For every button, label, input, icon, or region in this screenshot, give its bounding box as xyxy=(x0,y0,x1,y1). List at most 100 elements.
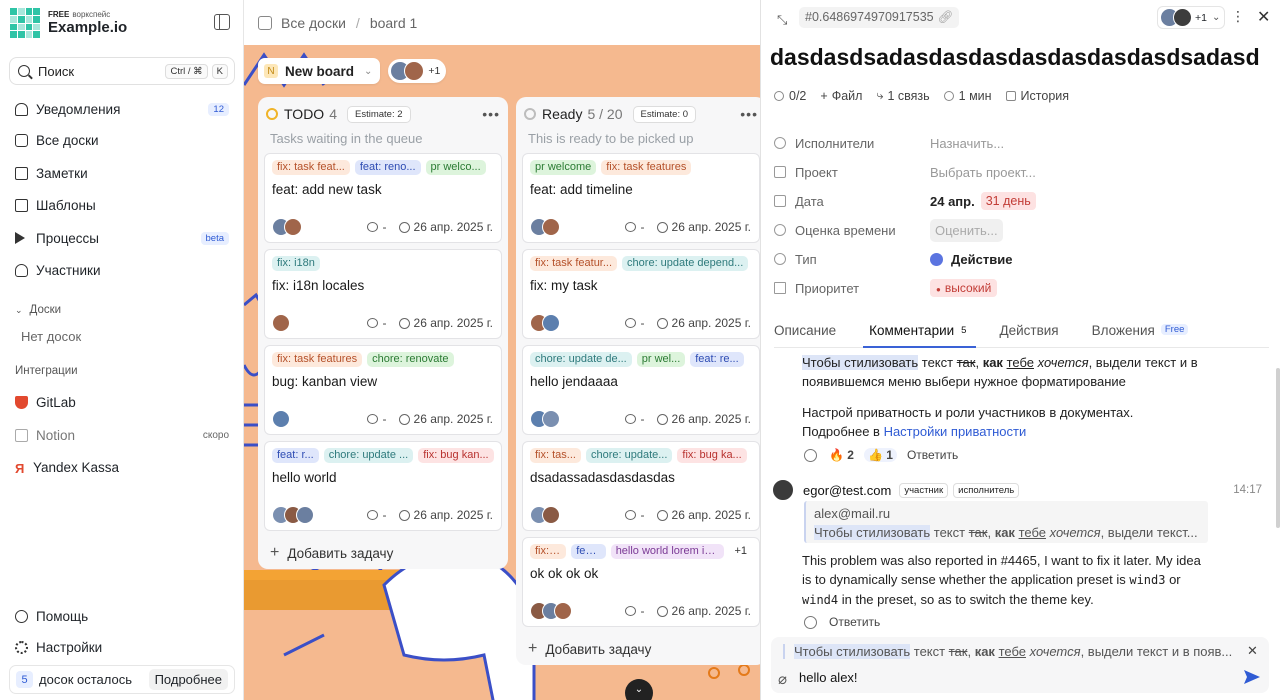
tag-label[interactable]: feat: r... xyxy=(272,448,319,463)
task-card[interactable]: feat: r... chore: update ... fix: bug kan.… xyxy=(264,441,502,531)
links-button[interactable]: ⤷ 1 связь xyxy=(876,88,929,103)
tag-label[interactable]: feat: reno... xyxy=(354,160,421,175)
reaction-fire[interactable]: 🔥 2 xyxy=(829,448,854,462)
sidebar-item-processes[interactable]: Процессы beta xyxy=(15,227,229,249)
privacy-settings-link[interactable]: Настройки приватности xyxy=(884,424,1027,439)
workspace-switcher[interactable]: FREE воркспейс Example.io xyxy=(10,8,127,38)
date-value[interactable]: 24 апр. xyxy=(930,194,975,209)
tag-label[interactable]: +1 xyxy=(729,544,752,559)
tag-label[interactable]: fix: i18n xyxy=(272,256,320,271)
task-card[interactable]: fix: ... fea... hello world lorem ip... +1 o… xyxy=(522,537,760,627)
task-card[interactable]: pr welcome fix: task features feat: add ti… xyxy=(522,153,760,243)
assign-button[interactable]: Назначить... xyxy=(930,136,1004,151)
breadcrumb-root[interactable]: Все доски xyxy=(281,15,346,31)
scroll-down-button[interactable]: ⌄ xyxy=(625,679,653,700)
add-task-button[interactable]: + Добавить задачу xyxy=(516,633,760,665)
tag-label[interactable]: chore: update ... xyxy=(323,448,414,463)
task-card[interactable]: fix: task featur... chore: update depend.… xyxy=(522,249,760,339)
board-selector[interactable]: N New board ⌄ xyxy=(258,58,381,84)
calendar-icon xyxy=(774,195,786,207)
comment-count: - xyxy=(640,316,645,330)
column-menu-icon[interactable]: ••• xyxy=(482,106,500,122)
scrollbar[interactable] xyxy=(1276,368,1280,528)
subtasks-progress[interactable]: 0/2 xyxy=(774,89,806,103)
task-card[interactable]: fix: task feat... feat: reno... pr welco..… xyxy=(264,153,502,243)
tab-actions[interactable]: Действия xyxy=(999,318,1058,347)
tag-label[interactable]: fea... xyxy=(571,544,606,559)
tab-description[interactable]: Описание xyxy=(774,318,836,347)
comment-count: - xyxy=(640,604,645,618)
priority-badge[interactable]: высокий xyxy=(930,279,998,297)
logo-icon xyxy=(10,8,40,38)
task-watchers[interactable]: +1 ⌄ xyxy=(1157,6,1226,29)
column-name[interactable]: Ready xyxy=(542,106,582,122)
tag-label[interactable]: hello world lorem ip... xyxy=(610,544,725,559)
tag-label[interactable]: chore: renovate xyxy=(367,352,454,367)
column-menu-icon[interactable]: ••• xyxy=(740,106,758,122)
add-file-button[interactable]: + Файл xyxy=(820,89,862,103)
reaction-thumbs-up[interactable]: 👍 1 xyxy=(863,448,897,462)
comment-input[interactable] xyxy=(799,670,1199,685)
type-value[interactable]: Действие xyxy=(951,252,1012,267)
history-button[interactable]: История xyxy=(1005,89,1069,103)
reply-button[interactable]: Ответить xyxy=(907,448,958,462)
more-info-button[interactable]: Подробнее xyxy=(148,669,228,690)
tag-label[interactable]: fix: task feat... xyxy=(272,160,350,175)
integration-notion[interactable]: Notion скоро xyxy=(15,424,229,446)
tag-label[interactable]: chore: update... xyxy=(585,448,673,463)
tag-label[interactable]: fix: ... xyxy=(530,544,567,559)
cancel-reply-icon[interactable]: ✕ xyxy=(1247,643,1258,659)
add-reaction-icon[interactable] xyxy=(804,615,817,629)
tag-label[interactable]: chore: update de... xyxy=(530,352,632,367)
project-select[interactable]: Выбрать проект... xyxy=(930,165,1036,180)
task-card[interactable]: fix: i18n fix: i18n locales - 26 апр. 2025 … xyxy=(264,249,502,339)
quoted-reply[interactable]: alex@mail.ru Чтобы стилизовать текст так… xyxy=(804,501,1208,543)
sidebar-item-notifications[interactable]: Уведомления 12 xyxy=(15,98,229,120)
task-card[interactable]: fix: task features chore: renovate bug: ka… xyxy=(264,345,502,435)
task-title[interactable]: dasdasdsadasdasdasdasdasdasdasdsadasd xyxy=(770,44,1260,71)
tag-label[interactable]: fix: task featur... xyxy=(530,256,618,271)
column-name[interactable]: TODO xyxy=(284,106,324,122)
board-members[interactable]: +1 xyxy=(388,59,447,83)
breadcrumb-current[interactable]: board 1 xyxy=(370,15,417,31)
sidebar-item-help[interactable]: Помощь xyxy=(15,605,229,627)
tag-label[interactable]: fix: tas... xyxy=(530,448,581,463)
task-card[interactable]: chore: update de... pr wel... feat: re... h… xyxy=(522,345,760,435)
tag-label[interactable]: pr wel... xyxy=(636,352,686,367)
integration-gitlab[interactable]: GitLab xyxy=(15,391,229,413)
tag-label[interactable]: pr welcome xyxy=(530,160,597,175)
sidebar-item-members[interactable]: Участники xyxy=(15,259,229,281)
search-button[interactable]: Поиск Ctrl / ⌘ K xyxy=(9,57,235,85)
expand-icon[interactable]: ⤡ xyxy=(777,12,787,28)
tag-label[interactable]: fix: bug kan... xyxy=(418,448,494,463)
sidebar-item-all-boards[interactable]: Все доски xyxy=(15,129,229,151)
tag-label[interactable]: feat: re... xyxy=(690,352,744,367)
tab-attachments[interactable]: Вложения Free xyxy=(1092,318,1189,347)
task-id-chip[interactable]: #0.6486974970917535 🔗︎ xyxy=(799,7,960,28)
card-assignees xyxy=(530,314,560,332)
tag-label[interactable]: pr welco... xyxy=(425,160,486,175)
collapse-sidebar-icon[interactable] xyxy=(214,14,230,30)
tag-label[interactable]: fix: task features xyxy=(272,352,363,367)
comment-author[interactable]: egor@test.com xyxy=(803,483,891,498)
sidebar-item-settings[interactable]: Настройки xyxy=(15,636,229,658)
estimate-button[interactable]: Оценить... xyxy=(930,218,1003,242)
timer-button[interactable]: 1 мин xyxy=(943,89,992,103)
add-reaction-icon[interactable] xyxy=(804,448,817,462)
integration-yandex-kassa[interactable]: Я Yandex Kassa xyxy=(15,456,229,478)
tab-comments[interactable]: Комментарии 5 xyxy=(863,318,977,348)
add-task-button[interactable]: + Добавить задачу xyxy=(258,537,508,569)
attach-icon[interactable]: ⌀ xyxy=(778,670,787,688)
tag-label[interactable]: fix: task features xyxy=(601,160,692,175)
tag-label[interactable]: fix: bug ka... xyxy=(677,448,747,463)
boards-section-toggle[interactable]: ⌄ Доски xyxy=(15,304,61,316)
send-icon[interactable] xyxy=(1243,669,1261,685)
more-options-icon[interactable]: ⋮ xyxy=(1231,8,1245,25)
bars-icon xyxy=(774,282,786,294)
tag-label[interactable]: chore: update depend... xyxy=(622,256,749,271)
close-icon[interactable]: ✕ xyxy=(1257,7,1270,27)
sidebar-item-notes[interactable]: Заметки xyxy=(15,162,229,184)
task-card[interactable]: fix: tas... chore: update... fix: bug ka..… xyxy=(522,441,760,531)
sidebar-item-templates[interactable]: Шаблоны xyxy=(15,194,229,216)
reply-button[interactable]: Ответить xyxy=(829,615,880,629)
